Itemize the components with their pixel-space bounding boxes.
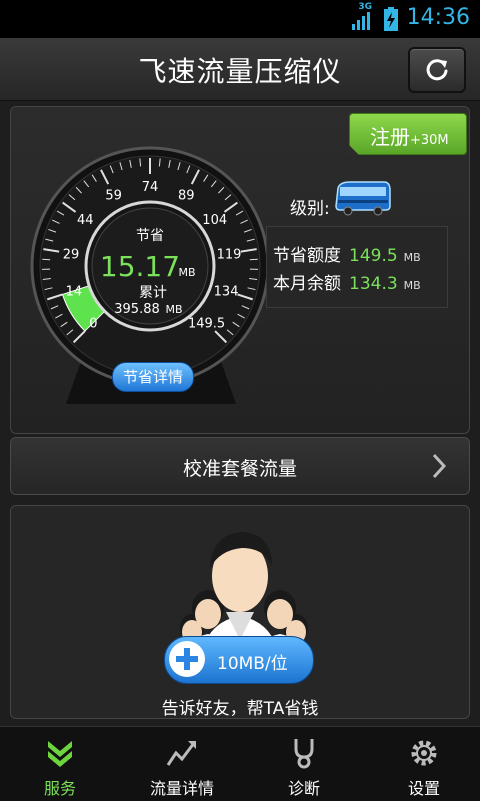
nav-label-settings: 设置 xyxy=(364,775,480,799)
bottom-nav: 服务 流量详情 诊断 设置 xyxy=(0,726,480,801)
gear-icon xyxy=(408,737,440,769)
nav-item-diagnose[interactable]: 诊断 xyxy=(244,727,364,801)
nav-label-diagnose: 诊断 xyxy=(244,775,364,799)
nav-item-traffic-detail[interactable]: 流量详情 xyxy=(122,727,242,801)
invite-friends-button[interactable]: 10MB/位 xyxy=(164,636,314,684)
trend-icon xyxy=(166,737,198,769)
plus-icon xyxy=(169,641,205,677)
nav-label-service: 服务 xyxy=(0,775,120,799)
download-arrow-icon xyxy=(44,737,76,769)
invite-caption: 告诉好友，帮TA省钱 xyxy=(0,694,480,719)
invite-bonus: 10MB/位 xyxy=(217,649,288,674)
nav-item-settings[interactable]: 设置 xyxy=(364,727,480,801)
nav-label-traffic-detail: 流量详情 xyxy=(122,775,242,799)
stethoscope-icon xyxy=(288,737,320,769)
nav-item-service[interactable]: 服务 xyxy=(0,727,120,801)
